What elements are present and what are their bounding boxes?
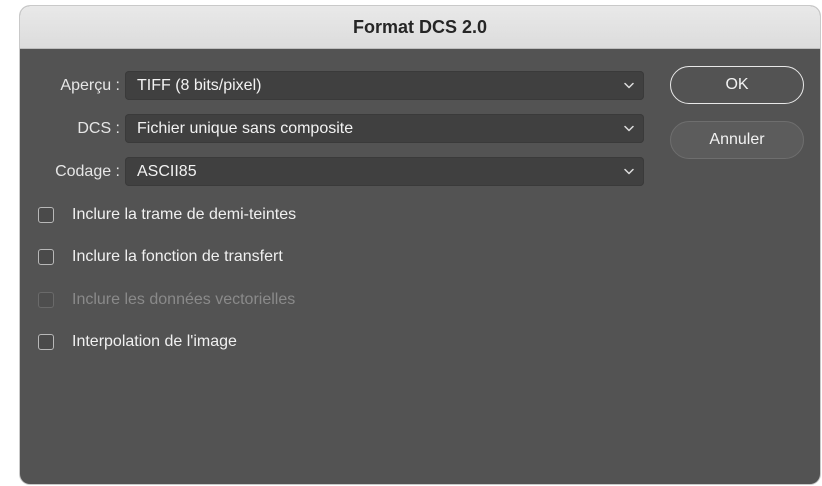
chevron-down-icon bbox=[618, 82, 640, 89]
chevron-down-icon bbox=[618, 168, 640, 175]
dcs-label: DCS : bbox=[77, 120, 120, 137]
vector-data-checkbox-label: Inclure les données vectorielles bbox=[72, 291, 296, 308]
dialog-title: Format DCS 2.0 bbox=[352, 16, 488, 37]
dcs-select[interactable]: Fichier unique sans composite bbox=[125, 114, 644, 143]
dialog-titlebar[interactable]: Format DCS 2.0 bbox=[20, 6, 820, 49]
interpolation-checkbox-label: Interpolation de l'image bbox=[72, 333, 237, 350]
halftone-checkbox[interactable] bbox=[38, 207, 54, 223]
apercu-select-value: TIFF (8 bits/pixel) bbox=[137, 76, 262, 94]
halftone-checkbox-label: Inclure la trame de demi-teintes bbox=[72, 206, 297, 223]
format-dcs-dialog: Format DCS 2.0 Aperçu : TIFF (8 bits/pix… bbox=[20, 6, 820, 484]
option-include-transfer[interactable]: Inclure la fonction de transfert bbox=[38, 247, 283, 267]
transfer-checkbox[interactable] bbox=[38, 249, 54, 265]
codage-label: Codage : bbox=[55, 163, 120, 180]
apercu-select[interactable]: TIFF (8 bits/pixel) bbox=[125, 71, 644, 100]
option-image-interpolation[interactable]: Interpolation de l'image bbox=[38, 332, 237, 352]
chevron-down-icon bbox=[618, 125, 640, 132]
vector-data-checkbox bbox=[38, 292, 54, 308]
ok-button[interactable]: OK bbox=[670, 66, 804, 104]
cancel-button[interactable]: Annuler bbox=[670, 121, 804, 159]
apercu-label: Aperçu : bbox=[60, 77, 120, 94]
dcs-select-value: Fichier unique sans composite bbox=[137, 119, 354, 137]
codage-select[interactable]: ASCII85 bbox=[125, 157, 644, 186]
interpolation-checkbox[interactable] bbox=[38, 334, 54, 350]
transfer-checkbox-label: Inclure la fonction de transfert bbox=[72, 248, 283, 265]
option-include-vector-data: Inclure les données vectorielles bbox=[38, 290, 295, 310]
codage-select-value: ASCII85 bbox=[137, 162, 197, 180]
option-include-halftone[interactable]: Inclure la trame de demi-teintes bbox=[38, 205, 296, 225]
